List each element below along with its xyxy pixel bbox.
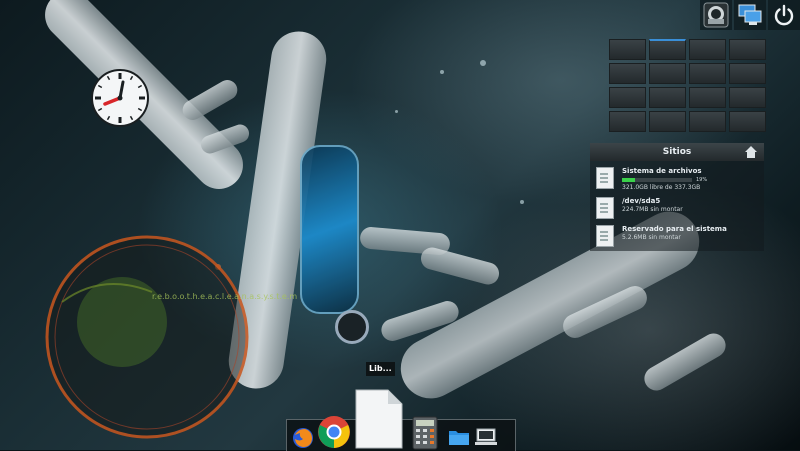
helix-rung [640, 329, 730, 395]
workspace-switcher [609, 39, 767, 135]
workspace-10[interactable] [649, 87, 686, 108]
drive-icon [596, 167, 614, 189]
dock-item-files[interactable] [447, 426, 471, 448]
workspace-7[interactable] [689, 63, 726, 84]
glowing-cell-panel [300, 145, 359, 314]
place-item-filesystem[interactable]: Sistema de archivos 19% 321.0GB libre de… [596, 167, 760, 193]
places-header: Sitios [590, 143, 764, 161]
computer-icon [475, 428, 497, 445]
network-monitor-icon [738, 4, 762, 25]
system-monitor-widget [42, 232, 252, 442]
workspace-14[interactable] [649, 111, 686, 132]
dock-item-calculator[interactable] [411, 416, 439, 450]
workspace-5[interactable] [609, 63, 646, 84]
places-title: Sitios [662, 147, 692, 157]
workspace-12[interactable] [729, 87, 766, 108]
firefox-icon [293, 428, 313, 448]
usage-bar-fill [622, 178, 636, 182]
home-icon[interactable] [744, 145, 758, 159]
dock-item-firefox[interactable] [291, 426, 315, 450]
analog-clock-icon [91, 69, 149, 127]
user-avatar-button[interactable] [700, 0, 732, 30]
place-item-title: Sistema de archivos [622, 167, 702, 175]
workspace-11[interactable] [689, 87, 726, 108]
workspace-2[interactable] [649, 39, 686, 60]
particle [395, 110, 398, 113]
clock-widget[interactable] [90, 68, 150, 128]
particle [480, 60, 486, 66]
dock-item-computer[interactable] [473, 426, 499, 448]
drive-icon [596, 225, 614, 247]
workspace-8[interactable] [729, 63, 766, 84]
particle [440, 70, 444, 74]
network-monitor-button[interactable] [734, 0, 766, 30]
place-item-sda5[interactable]: /dev/sda5 224.7MB sin montar [596, 197, 760, 223]
place-item-reserved[interactable]: Reservado para el sistema 5.2.6MB sin mo… [596, 225, 760, 251]
chrome-icon [318, 416, 350, 448]
workspace-3[interactable] [689, 39, 726, 60]
launcher-tooltip: Lib... [366, 362, 395, 376]
dock [286, 389, 516, 451]
dock-item-libreoffice[interactable] [353, 388, 405, 450]
system-tray [700, 0, 800, 30]
usage-percent: 19% [696, 177, 708, 183]
place-item-subtitle: 5.2.6MB sin montar [622, 234, 681, 241]
dock-item-chrome[interactable] [317, 415, 351, 449]
libreoffice-document-icon [355, 389, 403, 449]
workspace-9[interactable] [609, 87, 646, 108]
power-icon [774, 4, 794, 26]
system-widget-label: r.e.b.o.o.t.h.e.a.c.l.e.a.n.a.s.y.s.t.e.… [152, 292, 298, 301]
ring-gauge-icon [45, 235, 249, 439]
helix-rung [179, 76, 241, 124]
workspace-15[interactable] [689, 111, 726, 132]
place-item-title: Reservado para el sistema [622, 225, 727, 233]
place-item-subtitle: 224.7MB sin montar [622, 206, 683, 213]
drive-icon [596, 197, 614, 219]
place-item-subtitle: 321.0GB libre de 337.3GB [622, 184, 701, 191]
folder-icon [449, 431, 469, 445]
place-item-title: /dev/sda5 [622, 197, 661, 205]
workspace-4[interactable] [729, 39, 766, 60]
user-avatar-icon [703, 2, 729, 28]
workspace-13[interactable] [609, 111, 646, 132]
workspace-6[interactable] [649, 63, 686, 84]
places-panel: Sitios Sistema de archivos 19% 321.0GB l… [590, 143, 764, 251]
power-button[interactable] [768, 0, 800, 30]
helix-rung [418, 245, 502, 287]
workspace-16[interactable] [729, 111, 766, 132]
calculator-icon [412, 416, 438, 450]
circuit-node [335, 310, 369, 344]
workspace-1[interactable] [609, 39, 646, 60]
usage-bar [622, 178, 692, 182]
particle [520, 200, 524, 204]
